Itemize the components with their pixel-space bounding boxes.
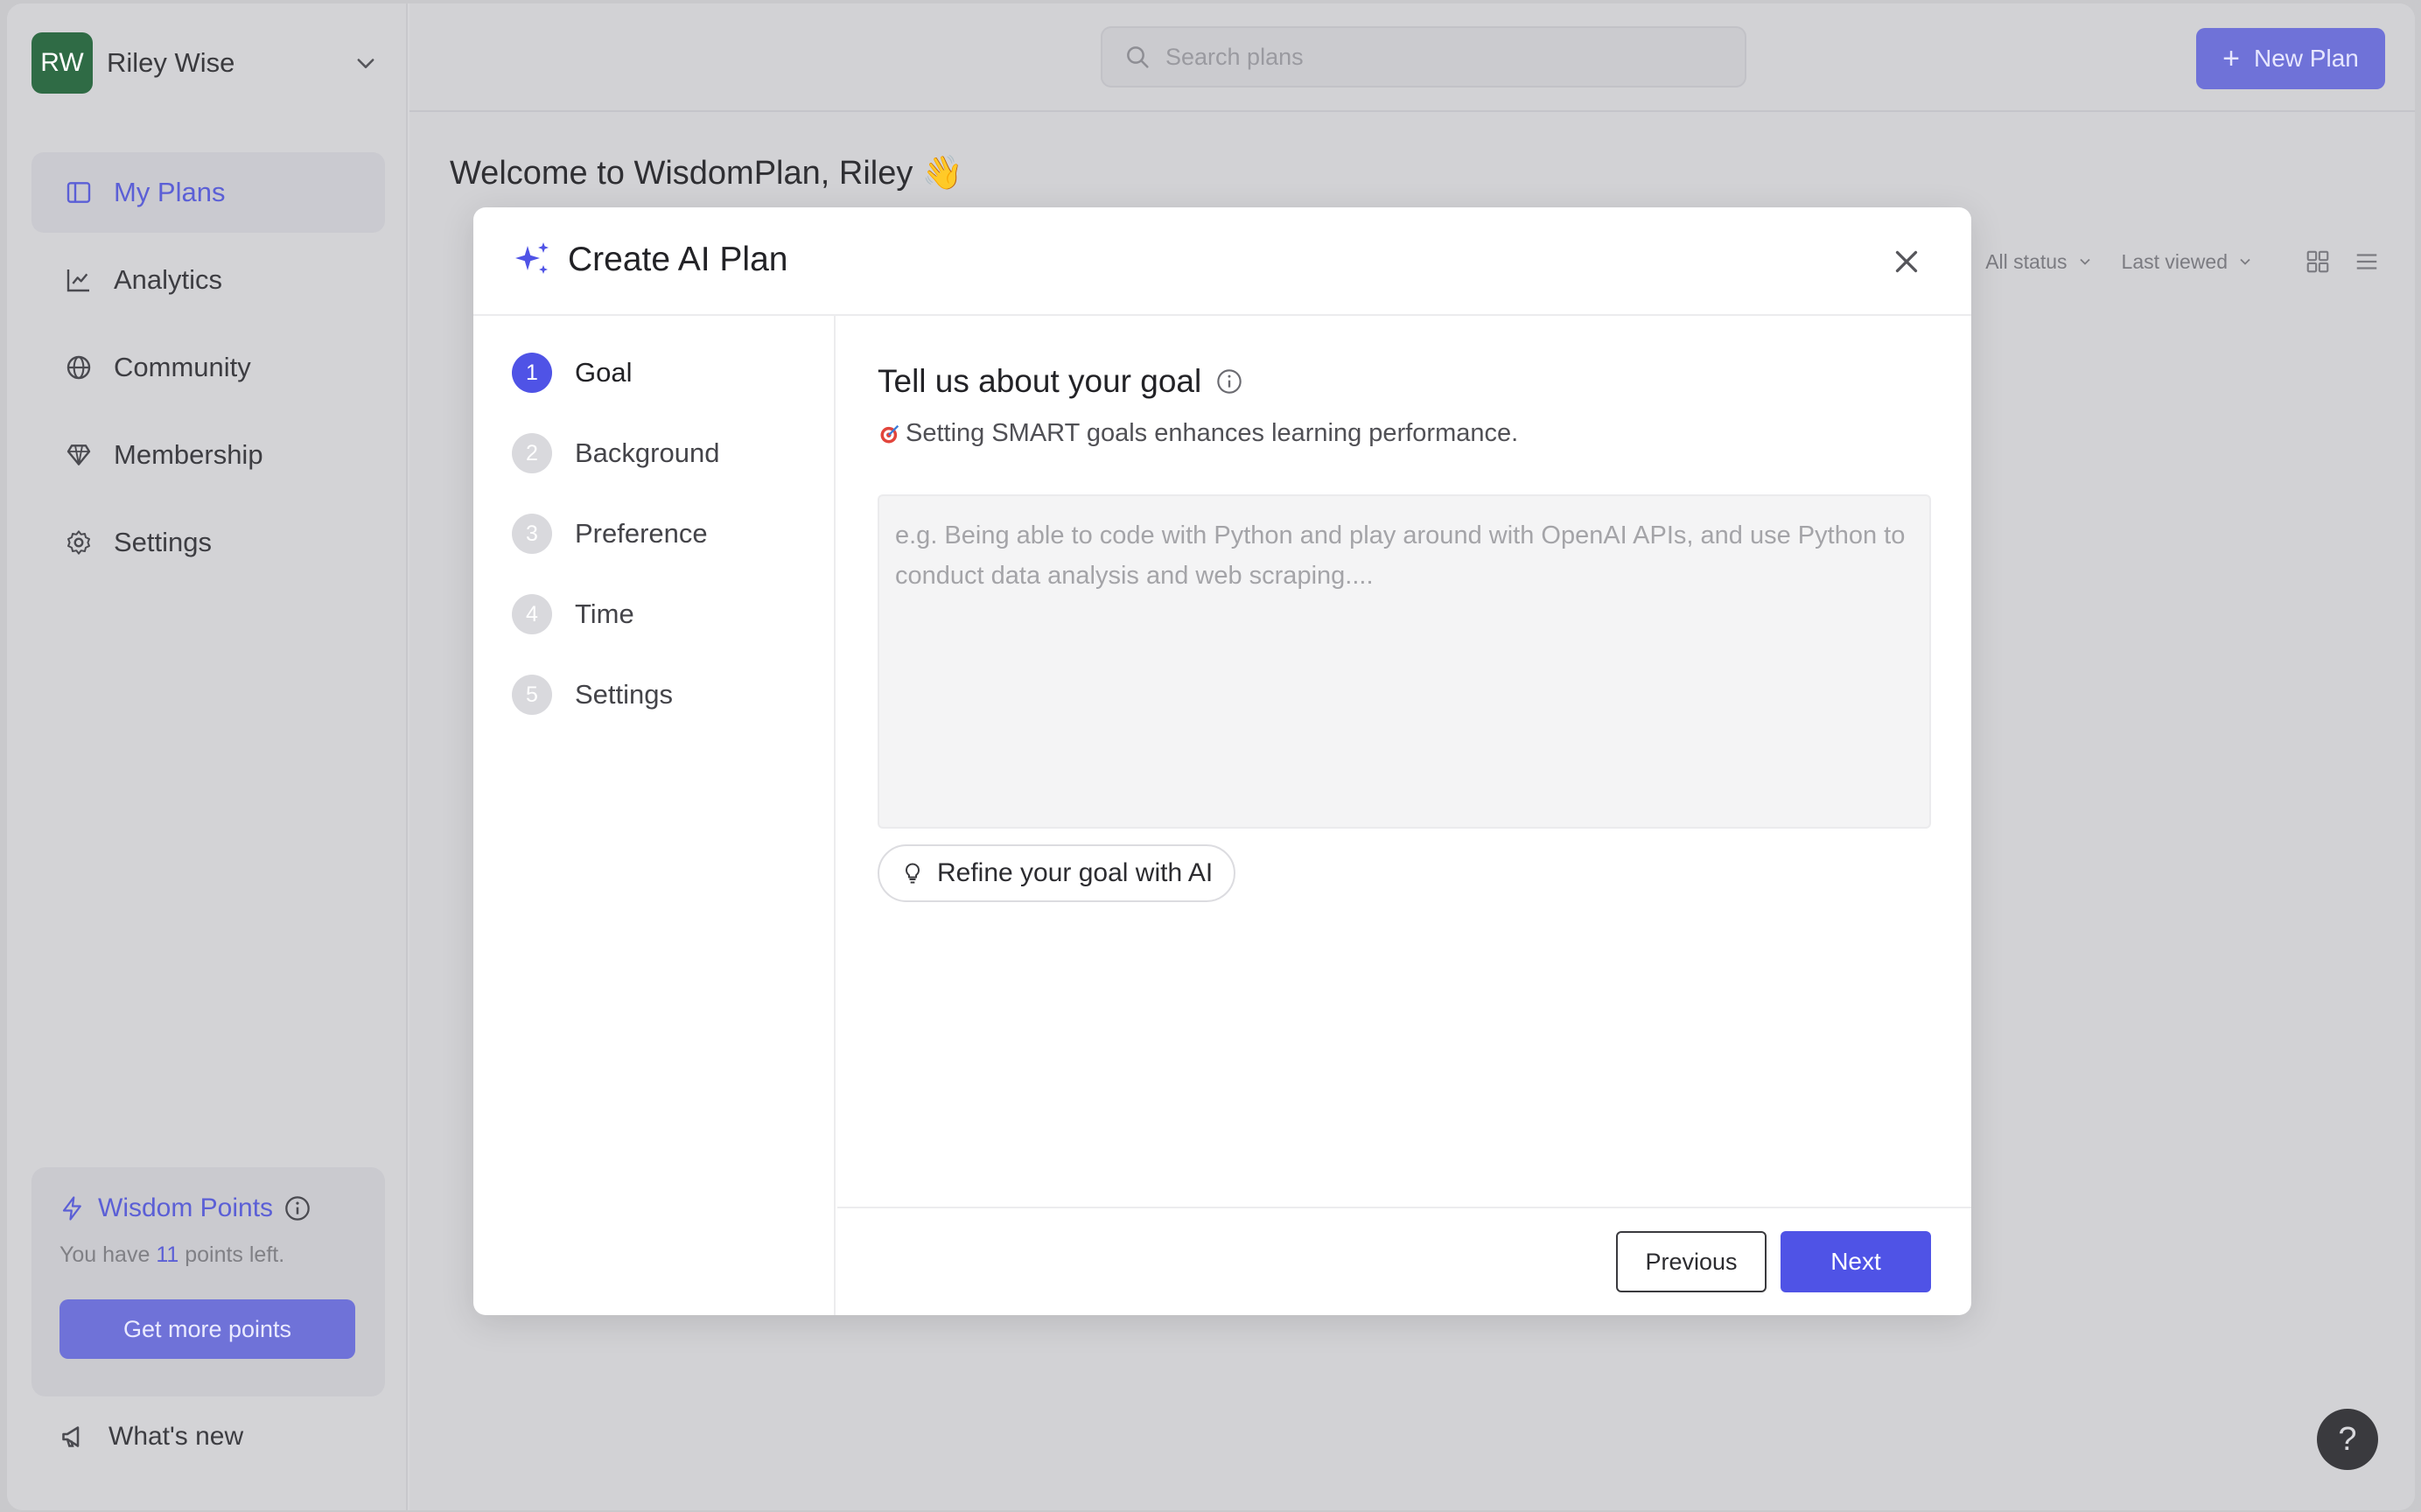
sidebar: RW Riley Wise My Plans Analytics Communi… — [7, 4, 408, 1510]
search-icon — [1127, 46, 1149, 68]
goal-tip-text: Setting SMART goals enhances learning pe… — [906, 419, 1519, 447]
sidebar-nav: My Plans Analytics Community Membership — [31, 152, 385, 590]
dialog-header: Create AI Plan — [473, 207, 1971, 316]
lightning-icon — [62, 1196, 81, 1221]
step-number: 1 — [512, 353, 552, 393]
refine-goal-button[interactable]: Refine your goal with AI — [878, 844, 1236, 902]
grid-view-icon[interactable] — [2305, 248, 2331, 275]
points-text-prefix: You have — [59, 1242, 150, 1267]
dialog-title-label: Create AI Plan — [568, 241, 788, 278]
sidebar-item-analytics[interactable]: Analytics — [31, 240, 385, 320]
filter-bar: All status Last viewed — [1985, 248, 2380, 275]
dialog-footer: Previous Next — [837, 1207, 1971, 1315]
points-text-suffix: points left. — [185, 1242, 285, 1267]
step-time[interactable]: 4 Time — [512, 594, 634, 634]
sidebar-panel-icon — [63, 177, 94, 208]
step-label: Goal — [575, 357, 633, 388]
dart-target-icon — [880, 424, 899, 443]
user-switcher[interactable]: RW Riley Wise — [31, 30, 381, 96]
close-icon[interactable] — [1891, 246, 1922, 277]
chevron-down-icon — [2079, 258, 2090, 265]
chevron-down-icon — [350, 47, 381, 79]
points-title-label: Wisdom Points — [98, 1194, 274, 1222]
help-button[interactable]: ? — [2317, 1409, 2378, 1470]
step-content: Tell us about your goal Setting SMART go… — [837, 316, 1971, 1315]
status-filter-label: All status — [1985, 249, 2068, 273]
search-input[interactable] — [1165, 43, 1690, 71]
sidebar-item-label: Analytics — [114, 264, 223, 295]
sort-filter-label: Last viewed — [2121, 249, 2228, 273]
goal-heading: Tell us about your goal — [878, 363, 1243, 400]
list-view-icon[interactable] — [2354, 248, 2380, 275]
dialog-title: Create AI Plan — [512, 239, 787, 281]
step-label: Settings — [575, 679, 674, 710]
sidebar-item-community[interactable]: Community — [31, 327, 385, 408]
user-name: Riley Wise — [107, 47, 235, 78]
whats-new-label: What's new — [108, 1422, 244, 1451]
page-title: Welcome to WisdomPlan, Riley 👋 — [450, 155, 964, 192]
app-window: RW Riley Wise My Plans Analytics Communi… — [7, 4, 2415, 1510]
step-number: 3 — [512, 514, 552, 554]
sidebar-item-settings[interactable]: Settings — [31, 502, 385, 583]
megaphone-icon — [62, 1426, 80, 1447]
points-title: Wisdom Points — [59, 1194, 357, 1223]
next-button[interactable]: Next — [1781, 1231, 1931, 1292]
step-number: 2 — [512, 433, 552, 473]
step-label: Preference — [575, 518, 708, 549]
globe-icon — [63, 352, 94, 383]
gear-icon — [63, 527, 94, 558]
avatar: RW — [31, 32, 93, 94]
points-count: 11 — [156, 1242, 179, 1267]
gem-icon — [63, 439, 94, 471]
new-plan-button[interactable]: + New Plan — [2196, 28, 2385, 89]
step-number: 4 — [512, 594, 552, 634]
plus-icon: + — [2222, 42, 2240, 75]
points-balance: You have 11 points left. — [59, 1242, 357, 1268]
step-label: Time — [575, 598, 634, 629]
goal-heading-label: Tell us about your goal — [878, 363, 1202, 399]
step-preference[interactable]: 3 Preference — [512, 514, 708, 554]
step-goal[interactable]: 1 Goal — [512, 353, 632, 393]
previous-button[interactable]: Previous — [1616, 1231, 1767, 1292]
search-box[interactable] — [1101, 26, 1746, 88]
step-background[interactable]: 2 Background — [512, 433, 719, 473]
refine-goal-label: Refine your goal with AI — [937, 858, 1214, 887]
status-filter[interactable]: All status — [1985, 250, 2093, 274]
goal-tip: Setting SMART goals enhances learning pe… — [878, 419, 1518, 448]
info-icon[interactable] — [1215, 368, 1243, 396]
step-settings[interactable]: 5 Settings — [512, 675, 673, 715]
sidebar-item-label: Community — [114, 352, 251, 382]
create-ai-plan-dialog: Create AI Plan 1 Goal 2 Background 3 Pre… — [473, 207, 1971, 1315]
sort-filter[interactable]: Last viewed — [2122, 250, 2254, 274]
chevron-down-icon — [2240, 258, 2250, 265]
get-more-points-button[interactable]: Get more points — [59, 1299, 355, 1359]
chart-line-icon — [63, 264, 94, 296]
sidebar-item-label: Membership — [114, 439, 263, 470]
sidebar-item-label: My Plans — [114, 177, 226, 207]
stepper: 1 Goal 2 Background 3 Preference 4 Time … — [473, 316, 836, 1315]
new-plan-label: New Plan — [2254, 45, 2359, 72]
goal-textarea[interactable] — [878, 494, 1931, 829]
step-number: 5 — [512, 675, 552, 715]
step-label: Background — [575, 438, 720, 468]
sparkles-icon — [515, 242, 549, 274]
lightbulb-icon — [906, 863, 920, 884]
wisdom-points-card: Wisdom Points You have 11 points left. G… — [31, 1167, 385, 1396]
sidebar-item-label: Settings — [114, 527, 213, 557]
sidebar-item-membership[interactable]: Membership — [31, 415, 385, 495]
sidebar-item-my-plans[interactable]: My Plans — [31, 152, 385, 233]
info-icon[interactable] — [283, 1194, 311, 1222]
top-bar: + New Plan — [409, 4, 2415, 112]
whats-new-link[interactable]: What's new — [59, 1421, 243, 1452]
